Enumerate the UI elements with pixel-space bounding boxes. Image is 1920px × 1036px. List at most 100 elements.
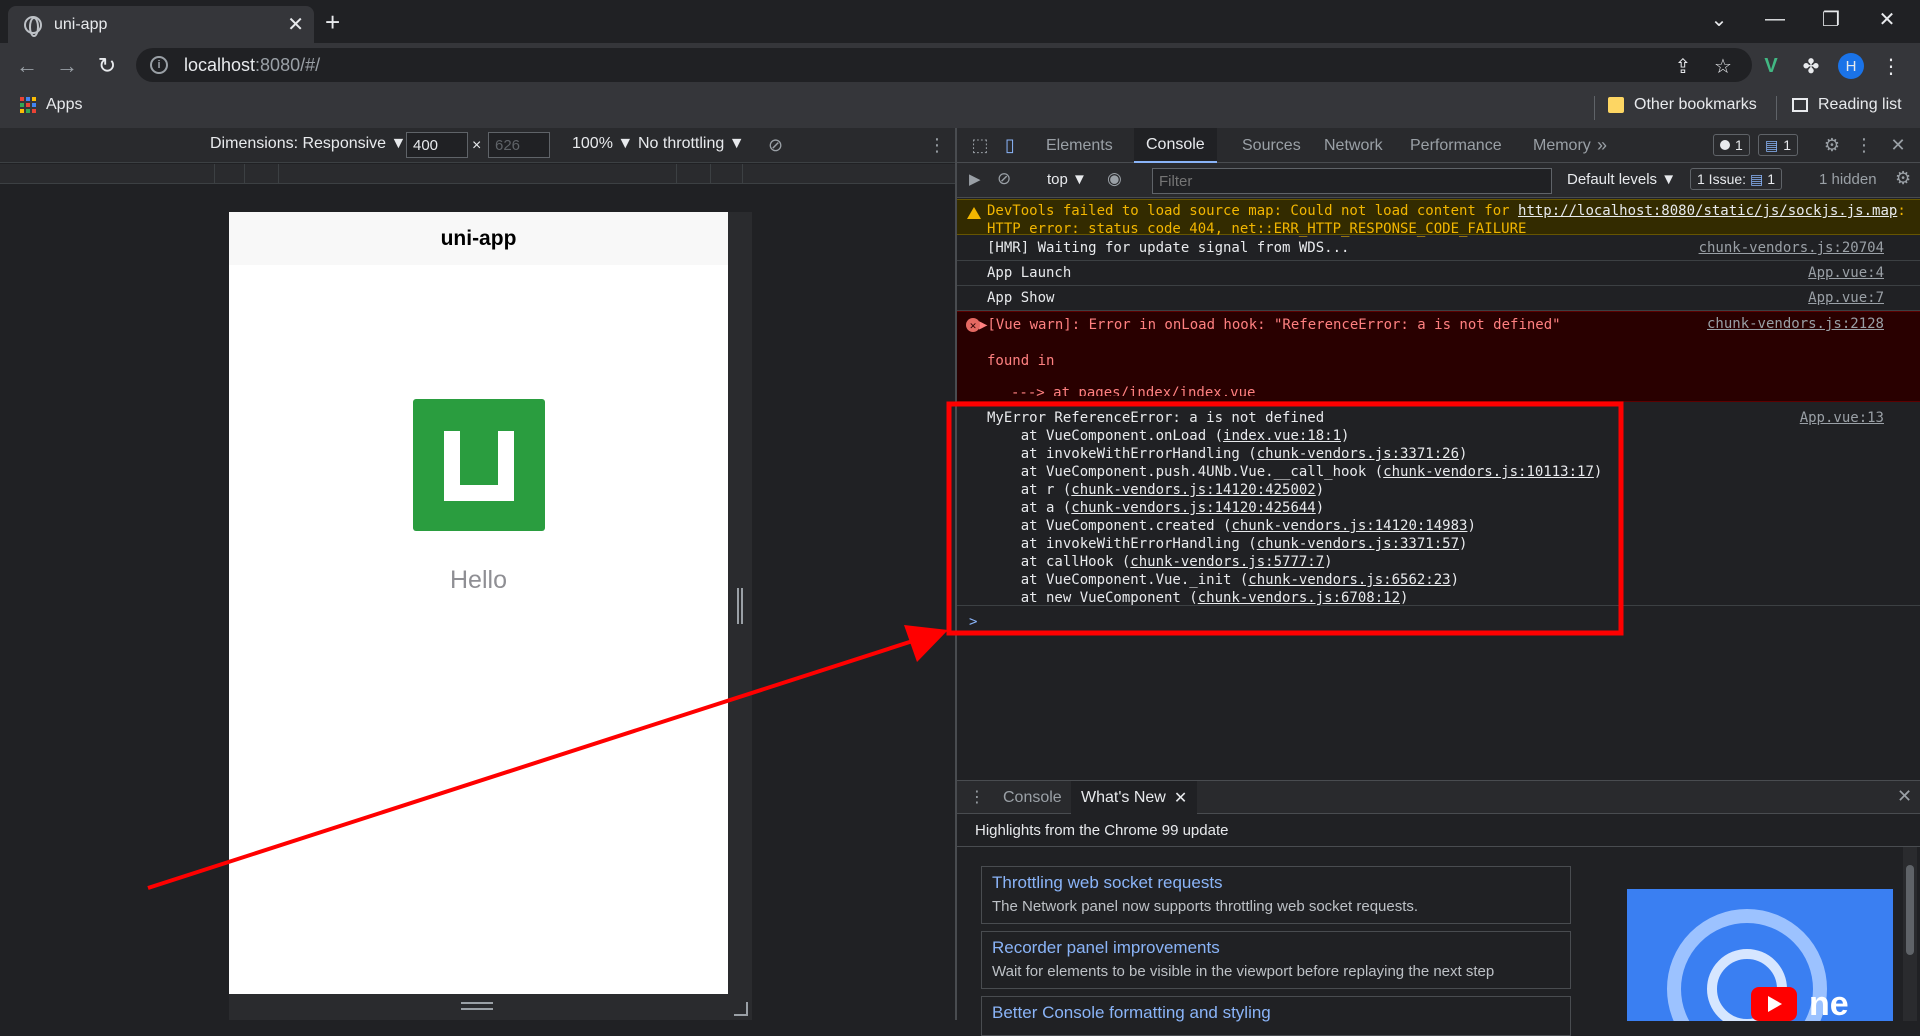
tab-sources[interactable]: Sources <box>1230 128 1313 163</box>
stack-frame-link[interactable]: chunk-vendors.js:14120:14983 <box>1231 518 1467 534</box>
feature-card[interactable]: Recorder panel improvements Wait for ele… <box>981 931 1571 989</box>
back-icon[interactable]: ← <box>12 51 42 81</box>
stack-frame-text: at VueComponent.onLoad ( <box>987 428 1224 444</box>
whatsnew-video-thumbnail[interactable]: ne <box>1627 889 1893 1021</box>
browser-tab[interactable]: uni-app ✕ <box>8 6 314 43</box>
dimensions-select[interactable]: Dimensions: Responsive ▼ <box>210 135 406 153</box>
reading-list[interactable]: Reading list <box>1792 96 1902 114</box>
stack-frame-link[interactable]: chunk-vendors.js:14120:425644 <box>1071 500 1315 516</box>
width-input[interactable] <box>406 132 468 158</box>
feature-title[interactable]: Recorder panel improvements <box>992 938 1560 958</box>
media-query-ruler[interactable] <box>0 164 955 184</box>
address-bar[interactable]: i localhost:8080/#/ <box>136 48 1752 82</box>
restore-icon[interactable]: ❐ <box>1808 0 1854 38</box>
feature-title[interactable]: Better Console formatting and styling <box>992 1003 1560 1023</box>
promo-text: ne <box>1809 985 1849 1021</box>
rotate-icon[interactable]: ⊘ <box>768 135 783 156</box>
scrollbar-thumb[interactable] <box>1906 865 1914 955</box>
bookmark-star-icon[interactable]: ☆ <box>1710 53 1736 79</box>
share-icon[interactable]: ⇪ <box>1670 53 1696 79</box>
other-bookmarks[interactable]: Other bookmarks <box>1608 96 1757 114</box>
stack-frame-text: at r ( <box>987 482 1072 498</box>
stack-frame-link[interactable]: chunk-vendors.js:3371:26 <box>1257 446 1459 462</box>
console-error[interactable]: ✕ ▶[Vue warn]: Error in onLoad hook: "Re… <box>957 311 1920 402</box>
messages-badge[interactable]: ▤ 1 <box>1758 134 1799 156</box>
more-tabs-icon[interactable]: » <box>1587 128 1617 163</box>
stack-frame-link[interactable]: chunk-vendors.js:6708:12 <box>1198 590 1400 606</box>
sidebar-toggle-icon[interactable]: ▶ <box>969 170 981 188</box>
feature-card[interactable]: Throttling web socket requests The Netwo… <box>981 866 1571 924</box>
stack-frame-link[interactable]: chunk-vendors.js:10113:17 <box>1383 464 1594 480</box>
height-input[interactable] <box>488 132 550 158</box>
vue-devtools-icon[interactable]: V <box>1758 53 1784 79</box>
source-link[interactable]: chunk-vendors.js:20704 <box>1699 240 1884 256</box>
reading-list-label: Reading list <box>1818 96 1902 113</box>
resize-grip-icon[interactable] <box>737 588 743 624</box>
devtools-close-icon[interactable]: ✕ <box>1885 128 1911 163</box>
stack-frame-link[interactable]: chunk-vendors.js:6562:23 <box>1248 572 1450 588</box>
tab-network[interactable]: Network <box>1312 128 1395 163</box>
errors-badge[interactable]: 1 <box>1713 134 1750 156</box>
corner-resize-icon[interactable] <box>734 1002 748 1016</box>
viewport-bottom-resizer[interactable] <box>229 994 752 1020</box>
tab-search-icon[interactable]: ⌄ <box>1696 0 1742 38</box>
device-toggle-icon[interactable]: ▯ <box>997 128 1023 163</box>
stack-frame-close: ) <box>1315 500 1325 516</box>
throttling-select[interactable]: No throttling ▼ <box>638 135 745 153</box>
tab-performance[interactable]: Performance <box>1398 128 1514 163</box>
settings-gear-icon[interactable]: ⚙ <box>1819 128 1845 163</box>
sourcemap-link[interactable]: http://localhost:8080/static/js/sockjs.j… <box>1518 203 1897 219</box>
source-link[interactable]: chunk-vendors.js:2128 <box>1707 316 1884 332</box>
issues-button[interactable]: 1 Issue: ▤ 1 <box>1690 168 1783 190</box>
bottom-grip-icon[interactable] <box>461 1002 493 1010</box>
clear-console-icon[interactable]: ⊘ <box>997 169 1011 189</box>
console-filter-input[interactable] <box>1152 168 1552 194</box>
device-more-icon[interactable]: ⋮ <box>928 135 946 156</box>
inspect-icon[interactable]: ⬚ <box>967 128 993 163</box>
zoom-select[interactable]: 100% ▼ <box>572 135 633 153</box>
feature-desc: The Network panel now supports throttlin… <box>992 898 1419 915</box>
profile-avatar[interactable]: H <box>1838 53 1864 79</box>
source-link[interactable]: App.vue:13 <box>1800 410 1884 426</box>
window-close-icon[interactable]: ✕ <box>1864 0 1910 38</box>
forward-icon[interactable]: → <box>52 51 82 81</box>
tab-console[interactable]: Console <box>1134 128 1217 163</box>
context-select[interactable]: top ▼ <box>1047 171 1087 188</box>
feature-title[interactable]: Throttling web socket requests <box>992 873 1560 893</box>
feature-card[interactable]: Better Console formatting and styling <box>981 996 1571 1036</box>
youtube-play-icon[interactable] <box>1751 987 1797 1021</box>
stack-frame-link[interactable]: chunk-vendors.js:14120:425002 <box>1071 482 1315 498</box>
reload-icon[interactable]: ↻ <box>92 51 122 81</box>
extensions-icon[interactable]: ✤ <box>1798 53 1824 79</box>
close-whatsnew-icon[interactable]: ✕ <box>1174 788 1187 808</box>
stack-frame-text: at VueComponent.created ( <box>987 518 1232 534</box>
live-expression-eye-icon[interactable]: ◉ <box>1107 169 1122 189</box>
console-settings-icon[interactable]: ⚙ <box>1895 168 1911 189</box>
stack-frame-link[interactable]: chunk-vendors.js:5777:7 <box>1130 554 1324 570</box>
log-levels-select[interactable]: Default levels ▼ <box>1567 171 1676 188</box>
drawer-tab-console[interactable]: Console <box>993 781 1072 814</box>
minimize-icon[interactable]: — <box>1752 0 1798 38</box>
stack-frame-link[interactable]: index.vue:18:1 <box>1223 428 1341 444</box>
menu-icon[interactable]: ⋮ <box>1878 53 1904 79</box>
close-tab-icon[interactable]: ✕ <box>287 12 304 37</box>
drawer-scrollbar[interactable] <box>1903 847 1917 1021</box>
new-tab-button[interactable]: + <box>325 9 340 35</box>
stack-frame-link[interactable]: chunk-vendors.js:3371:57 <box>1257 536 1459 552</box>
source-link[interactable]: App.vue:4 <box>1808 265 1884 281</box>
drawer-tab-whatsnew[interactable]: What's New ✕ <box>1071 781 1198 814</box>
apps-shortcut[interactable]: Apps <box>20 96 82 114</box>
found-in-text: found in <box>987 353 1055 369</box>
close-drawer-icon[interactable]: ✕ <box>1897 786 1912 807</box>
stack-frame-close: ) <box>1459 446 1468 462</box>
console-prompt[interactable]: > <box>969 614 977 630</box>
hidden-count: 1 hidden <box>1819 171 1877 188</box>
devtools-menu-icon[interactable]: ⋮ <box>1851 128 1877 163</box>
drawer-menu-icon[interactable]: ⋮ <box>969 787 985 807</box>
found-in-path: ---> at pages/index/index.vue <box>1011 385 1256 396</box>
tab-elements[interactable]: Elements <box>1034 128 1125 163</box>
reading-list-icon <box>1792 98 1808 112</box>
source-link[interactable]: App.vue:7 <box>1808 290 1884 306</box>
info-icon[interactable]: i <box>150 56 168 74</box>
console-warning: DevTools failed to load source map: Coul… <box>957 199 1920 237</box>
